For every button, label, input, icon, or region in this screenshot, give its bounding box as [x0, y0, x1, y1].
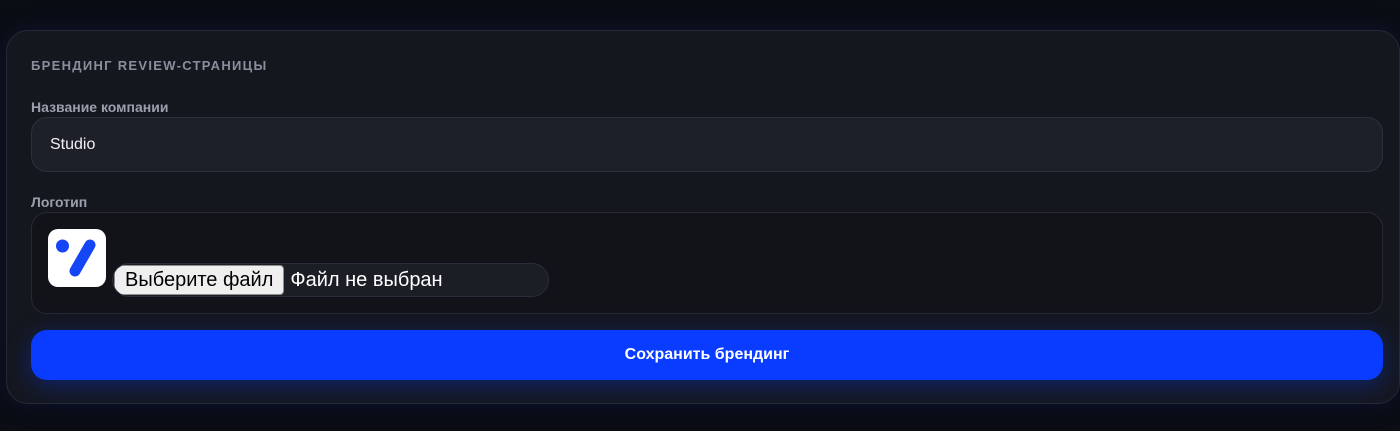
company-name-label: Название компании [31, 99, 169, 115]
section-title: БРЕНДИНГ REVIEW-СТРАНИЦЫ [31, 58, 268, 73]
company-name-input[interactable] [31, 117, 1383, 172]
logo-preview-icon [48, 229, 106, 287]
file-input[interactable]: Выберите файл Файл не выбран [112, 263, 549, 297]
branding-card: БРЕНДИНГ REVIEW-СТРАНИЦЫ Название компан… [6, 30, 1400, 404]
save-branding-button[interactable]: Сохранить брендинг [31, 330, 1383, 380]
logo-label: Логотип [31, 194, 88, 210]
logo-upload-area: Выберите файл Файл не выбран [31, 212, 1383, 314]
choose-file-button[interactable]: Выберите файл [114, 265, 285, 295]
file-status-text: Файл не выбран [290, 268, 443, 291]
